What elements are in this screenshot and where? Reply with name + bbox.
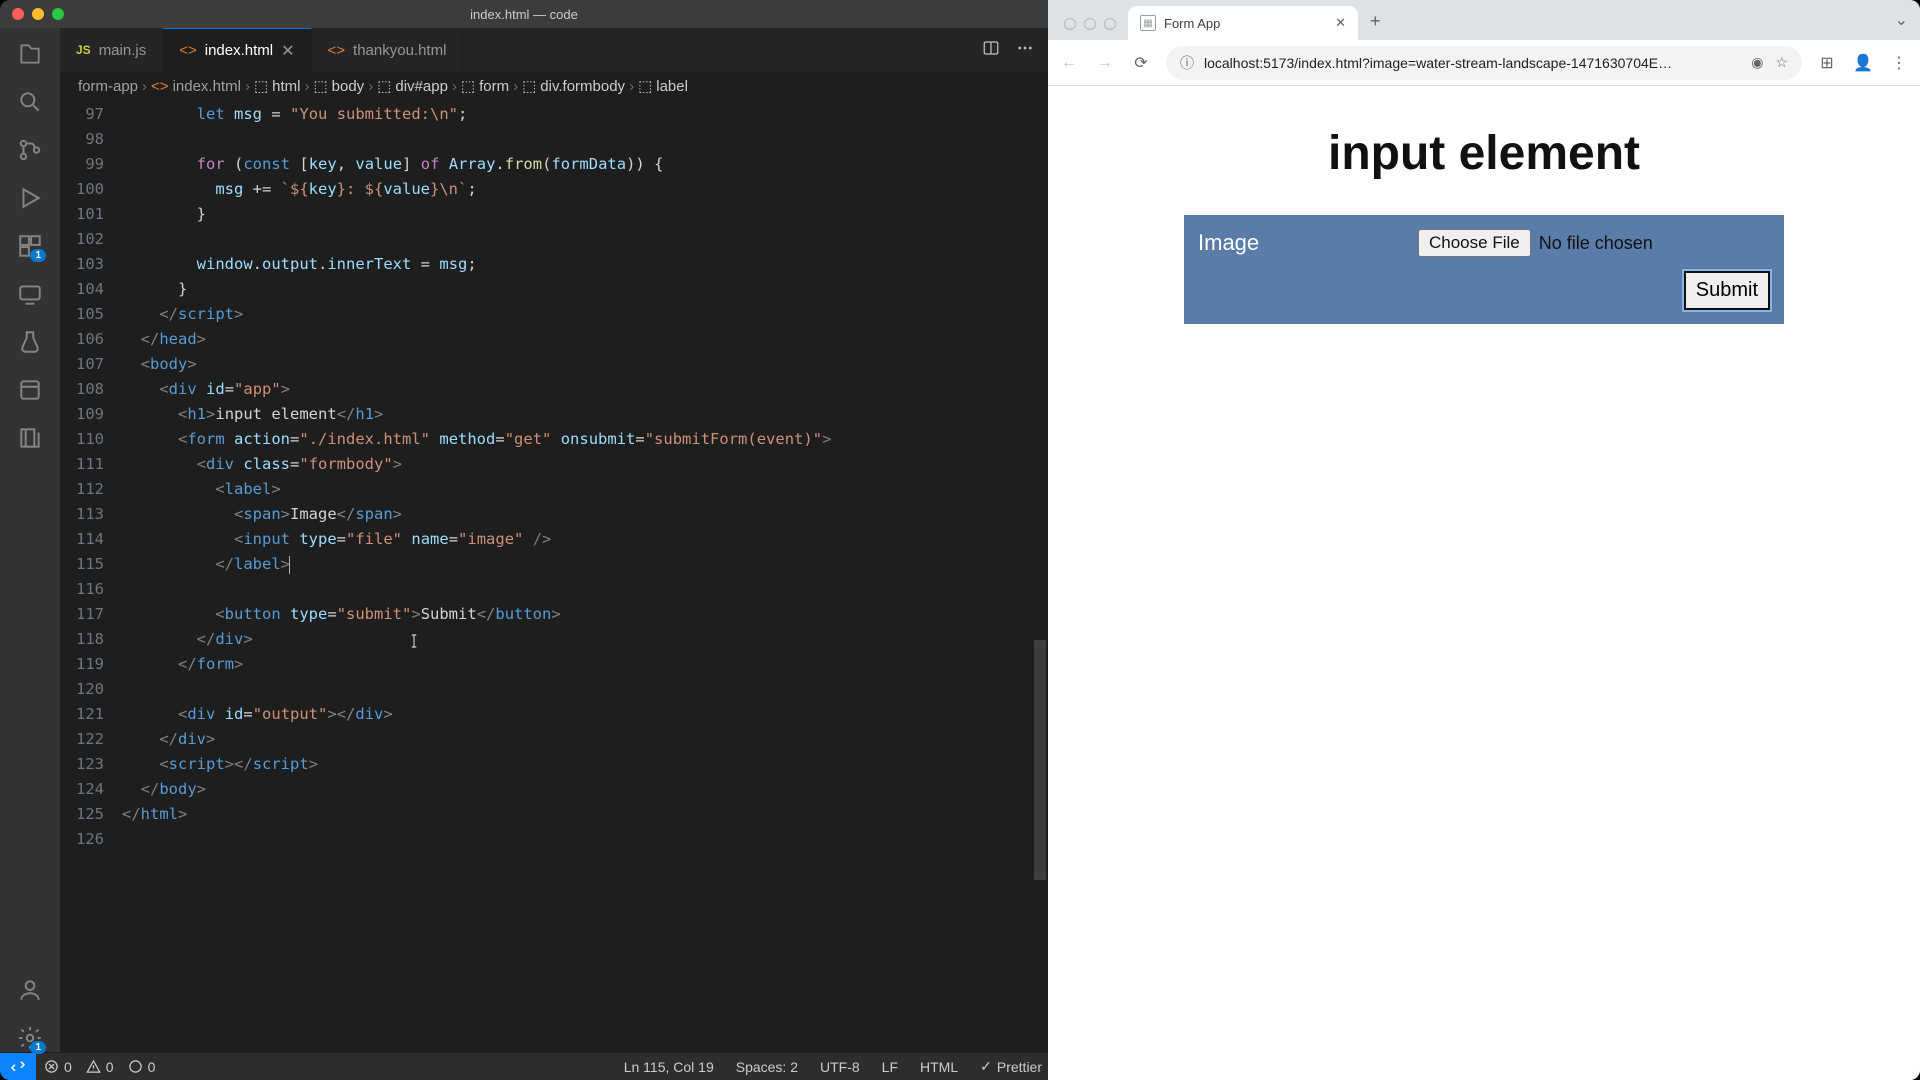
close-tab-icon[interactable]: ✕ [1335, 15, 1346, 31]
favicon-icon: ▦ [1140, 15, 1156, 31]
settings-gear-icon[interactable]: 1 [16, 1024, 44, 1052]
explorer-icon[interactable] [16, 40, 44, 68]
extensions-badge: 1 [30, 249, 46, 262]
close-window-button[interactable] [12, 8, 24, 20]
browser-window: ▦ Form App ✕ + ⌄ ← → ⟳ ⓘ localhost:5173/… [1048, 0, 1920, 1080]
form-label: Image [1198, 230, 1378, 256]
breadcrumb-item: ⬚form [461, 77, 509, 95]
url-text: localhost:5173/index.html?image=water-st… [1204, 55, 1741, 71]
tab-thankyou-html[interactable]: <> thankyou.html [312, 28, 464, 72]
split-editor-icon[interactable] [982, 39, 1000, 62]
window-controls [12, 8, 64, 20]
back-button[interactable]: ← [1058, 54, 1080, 72]
settings-badge: 1 [30, 1041, 46, 1054]
choose-file-button[interactable]: Choose File [1418, 229, 1531, 257]
encoding[interactable]: UTF-8 [820, 1059, 860, 1075]
vscode-window: index.html — code 1 1 [0, 0, 1048, 1080]
browser-tab-strip: ▦ Form App ✕ + ⌄ [1048, 0, 1920, 40]
forward-button[interactable]: → [1094, 54, 1116, 72]
editor-scrollbar[interactable] [1034, 640, 1046, 880]
tab-index-html[interactable]: <> index.html ✕ [163, 28, 311, 72]
tab-label: main.js [99, 42, 147, 59]
html-file-icon: <> [328, 42, 346, 59]
code-editor[interactable]: 9798991001011021031041051061071081091101… [60, 100, 1048, 1052]
search-icon[interactable] [16, 88, 44, 116]
text-cursor-icon [405, 630, 423, 652]
breadcrumb-item: form-app [78, 78, 138, 95]
tab-list-button[interactable]: ⌄ [1895, 10, 1908, 30]
breadcrumbs[interactable]: form-app› <>index.html› ⬚html› ⬚body› ⬚d… [60, 72, 1048, 100]
tab-label: thankyou.html [353, 42, 446, 59]
remote-button[interactable] [0, 1053, 36, 1080]
indentation[interactable]: Spaces: 2 [736, 1059, 798, 1075]
bookmark-icon[interactable]: ☆ [1775, 54, 1788, 71]
account-icon[interactable] [16, 976, 44, 1004]
references-icon[interactable] [16, 424, 44, 452]
translate-icon[interactable]: ◉ [1751, 54, 1763, 71]
more-actions-icon[interactable] [1016, 39, 1034, 62]
extensions-button[interactable]: ⊞ [1816, 53, 1838, 73]
testing-icon[interactable] [16, 328, 44, 356]
browser-close-button[interactable] [1064, 18, 1076, 30]
browser-window-controls [1058, 18, 1128, 40]
html-file-icon: <> [151, 78, 169, 95]
tab-label: index.html [205, 42, 273, 59]
titlebar: index.html — code [0, 0, 1048, 28]
breadcrumb-item: <>index.html [151, 78, 241, 95]
source-control-icon[interactable] [16, 136, 44, 164]
warnings-count[interactable]: 0 [86, 1059, 114, 1075]
remote-icon[interactable] [16, 280, 44, 308]
breadcrumb-item: ⬚label [638, 77, 688, 95]
window-title: index.html — code [470, 7, 578, 22]
code-content[interactable]: let msg = "You submitted:\n"; for (const… [122, 100, 1048, 1052]
breadcrumb-item: ⬚html [254, 77, 301, 95]
page-title: input element [1328, 126, 1640, 181]
editor-tabs: JS main.js <> index.html ✕ <> thankyou.h… [60, 28, 1048, 72]
bookmark-icon[interactable] [16, 376, 44, 404]
run-debug-icon[interactable] [16, 184, 44, 212]
browser-menu-button[interactable]: ⋮ [1888, 53, 1910, 73]
eol[interactable]: LF [882, 1059, 898, 1075]
breadcrumb-item: ⬚div.formbody [522, 77, 625, 95]
status-bar: 0 0 0 Ln 115, Col 19 Spaces: 2 UTF-8 LF … [0, 1052, 1048, 1080]
browser-maximize-button[interactable] [1104, 18, 1116, 30]
profile-button[interactable]: 👤 [1852, 53, 1874, 73]
browser-toolbar: ← → ⟳ ⓘ localhost:5173/index.html?image=… [1048, 40, 1920, 86]
language-mode[interactable]: HTML [920, 1059, 958, 1075]
hints-count[interactable]: 0 [128, 1059, 156, 1075]
editor-area: JS main.js <> index.html ✕ <> thankyou.h… [60, 28, 1048, 1052]
browser-minimize-button[interactable] [1084, 18, 1096, 30]
tab-main-js[interactable]: JS main.js [60, 28, 163, 72]
browser-tab-title: Form App [1164, 16, 1220, 31]
extensions-icon[interactable]: 1 [16, 232, 44, 260]
file-name-text: No file chosen [1539, 233, 1653, 254]
maximize-window-button[interactable] [52, 8, 64, 20]
close-tab-icon[interactable]: ✕ [281, 41, 294, 61]
prettier-status[interactable]: ✓ Prettier [980, 1058, 1042, 1075]
file-input[interactable]: Choose File No file chosen [1418, 229, 1653, 257]
form-row-image: Image Choose File No file chosen [1198, 229, 1770, 257]
submit-button[interactable]: Submit [1684, 271, 1770, 310]
errors-count[interactable]: 0 [44, 1059, 72, 1075]
breadcrumb-item: ⬚body [313, 77, 364, 95]
activity-bar: 1 1 [0, 28, 60, 1052]
breadcrumb-item: ⬚div#app [377, 77, 448, 95]
cursor-position[interactable]: Ln 115, Col 19 [624, 1059, 714, 1075]
site-info-icon[interactable]: ⓘ [1180, 53, 1194, 73]
reload-button[interactable]: ⟳ [1130, 53, 1152, 73]
html-file-icon: <> [179, 42, 197, 59]
form: Image Choose File No file chosen Submit [1184, 215, 1784, 324]
new-tab-button[interactable]: + [1358, 11, 1393, 40]
page-content: input element Image Choose File No file … [1048, 86, 1920, 1080]
address-bar[interactable]: ⓘ localhost:5173/index.html?image=water-… [1166, 46, 1802, 80]
browser-tab[interactable]: ▦ Form App ✕ [1128, 6, 1358, 40]
line-number-gutter: 9798991001011021031041051061071081091101… [60, 100, 122, 1052]
minimize-window-button[interactable] [32, 8, 44, 20]
js-file-icon: JS [76, 43, 91, 57]
